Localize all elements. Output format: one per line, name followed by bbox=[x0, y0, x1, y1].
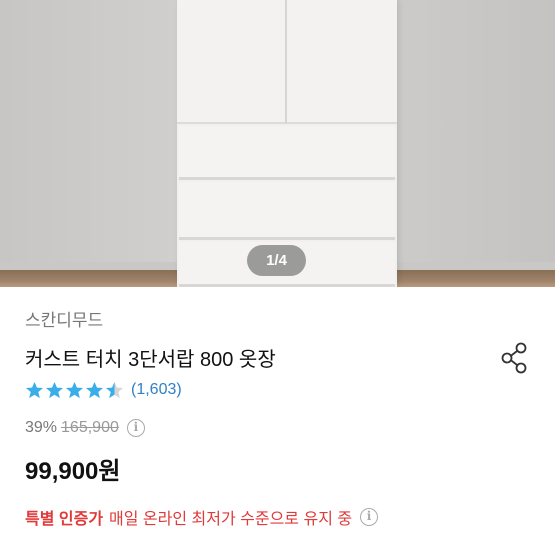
discount-rate: 39% bbox=[25, 419, 58, 436]
wardrobe-product-image bbox=[177, 0, 397, 287]
sale-price: 99,900원 bbox=[25, 458, 121, 485]
product-image-gallery[interactable]: 1/4 bbox=[0, 0, 555, 287]
wardrobe-drawer-1 bbox=[179, 126, 395, 180]
wardrobe-left-door bbox=[177, 0, 287, 124]
info-icon[interactable]: i bbox=[360, 508, 379, 526]
star-icon bbox=[25, 381, 44, 398]
promo-row: 특별 인증가 매일 온라인 최저가 수준으로 유지 중 i bbox=[25, 505, 379, 529]
promo-badge: 특별 인증가 bbox=[25, 511, 104, 528]
star-icon bbox=[65, 381, 84, 398]
wardrobe-right-door bbox=[287, 0, 397, 124]
share-icon[interactable] bbox=[497, 340, 533, 376]
star-icon bbox=[45, 381, 64, 398]
promo-text: 매일 온라인 최저가 수준으로 유지 중 bbox=[109, 511, 353, 528]
rating-row[interactable]: (1,603) bbox=[25, 378, 182, 402]
half-star-icon bbox=[105, 381, 124, 398]
info-icon[interactable]: i bbox=[126, 419, 145, 437]
wardrobe-drawer-2 bbox=[179, 182, 395, 240]
discount-row: 39% 165,900 i bbox=[25, 417, 145, 439]
image-pager-indicator: 1/4 bbox=[247, 245, 306, 276]
rating-stars bbox=[25, 381, 125, 400]
brand-name[interactable]: 스칸디무드 bbox=[25, 306, 103, 331]
original-price: 165,900 bbox=[61, 419, 119, 436]
product-title: 커스트 터치 3단서랍 800 옷장 bbox=[25, 349, 276, 371]
review-count[interactable]: (1,603) bbox=[131, 381, 182, 399]
star-icon bbox=[85, 381, 104, 398]
